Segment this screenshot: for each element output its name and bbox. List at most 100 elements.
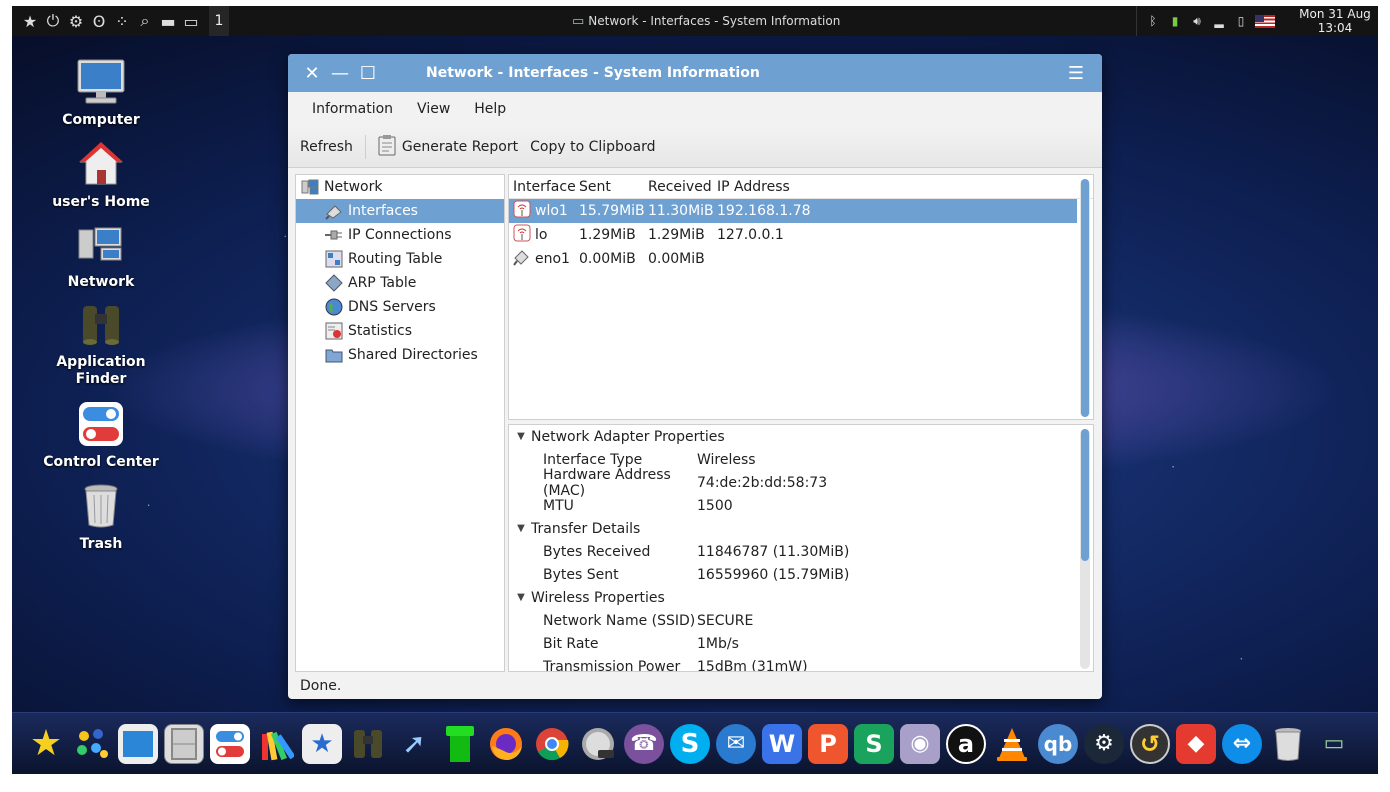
- bluetooth-icon[interactable]: ᛒ: [1145, 13, 1161, 29]
- firefox-icon[interactable]: [486, 724, 526, 764]
- file-cabinet-icon[interactable]: [164, 723, 204, 764]
- detail-row: Bytes Sent 16559960 (15.79MiB): [509, 563, 1093, 586]
- mail-icon[interactable]: ✉: [716, 723, 756, 764]
- green-pipe-icon[interactable]: [440, 724, 480, 764]
- section-transfer-details[interactable]: ▼ Transfer Details: [509, 517, 1093, 540]
- expand-arrow-icon[interactable]: ▼: [513, 592, 529, 603]
- search-icon[interactable]: ⌕: [135, 11, 155, 31]
- table-row[interactable]: wlo1 15.79MiB 11.30MiB 192.168.1.78: [509, 199, 1077, 223]
- detail-value: Wireless: [697, 451, 756, 468]
- tree-item-dns-servers[interactable]: DNS Servers: [296, 295, 504, 319]
- us-flag-icon[interactable]: [1255, 14, 1275, 28]
- apps-grid-icon[interactable]: [72, 724, 112, 764]
- taskbar-active-window[interactable]: ▭ Network - Interfaces - System Informat…: [572, 6, 840, 36]
- desktop-icon-computer[interactable]: Computer: [36, 56, 166, 128]
- detail-value: 15dBm (31mW): [697, 658, 808, 672]
- expand-arrow-icon[interactable]: ▼: [513, 431, 529, 442]
- google-earth-icon[interactable]: [578, 724, 618, 764]
- refresh-button[interactable]: Refresh: [294, 126, 359, 167]
- clipboard-icon[interactable]: ▯: [1233, 13, 1249, 29]
- workspace-switcher[interactable]: 1: [209, 6, 229, 36]
- power-icon[interactable]: ⏻: [43, 11, 63, 31]
- tree-item-arp-table[interactable]: ARP Table: [296, 271, 504, 295]
- desktop-icon-label: Network: [67, 274, 135, 290]
- menu-help[interactable]: Help: [462, 101, 518, 117]
- tree-item-routing-table[interactable]: Routing Table: [296, 247, 504, 271]
- section-wireless-properties[interactable]: ▼ Wireless Properties: [509, 586, 1093, 609]
- close-icon[interactable]: ✕: [298, 59, 326, 87]
- panel-launchers: ★ ⏻ ⚙ ʘ ⁘ ⌕ ▬ ▭: [12, 6, 201, 36]
- section-network-adapter[interactable]: ▼ Network Adapter Properties: [509, 425, 1093, 448]
- copy-clipboard-button[interactable]: Copy to Clipboard: [524, 126, 661, 167]
- wps-presentation-icon[interactable]: P: [808, 723, 848, 764]
- scrollbar-thumb[interactable]: [1081, 429, 1089, 561]
- favorites-star-icon[interactable]: ★: [20, 11, 40, 31]
- menu-view[interactable]: View: [405, 101, 462, 117]
- desktop-icon-control-center[interactable]: Control Center: [36, 398, 166, 470]
- folder-icon[interactable]: ▬: [158, 11, 178, 31]
- interface-name: lo: [535, 227, 548, 243]
- desktop-icon-label: user's Home: [52, 194, 150, 210]
- skype-icon[interactable]: S: [670, 723, 710, 764]
- column-received[interactable]: Received: [644, 179, 713, 195]
- generate-report-button[interactable]: Generate Report: [372, 126, 524, 167]
- column-sent[interactable]: Sent: [575, 179, 644, 195]
- clock[interactable]: Mon 31 Aug 13:04: [1292, 6, 1378, 36]
- window-titlebar[interactable]: ✕ — ☐ Network - Interfaces - System Info…: [288, 54, 1102, 92]
- desktop-icon-trash[interactable]: Trash: [36, 480, 166, 552]
- chrome-icon[interactable]: [532, 724, 572, 764]
- wps-writer-icon[interactable]: W: [762, 723, 802, 764]
- expand-arrow-icon[interactable]: ▼: [513, 523, 529, 534]
- column-interface[interactable]: Interface: [509, 179, 576, 195]
- details-scrollbar[interactable]: [1080, 429, 1090, 669]
- column-ip-address[interactable]: IP Address: [713, 179, 863, 195]
- webcam-icon[interactable]: ◉: [900, 723, 940, 764]
- tree-item-network[interactable]: Network: [296, 175, 504, 199]
- network-manager-icon[interactable]: ▭: [1314, 724, 1354, 764]
- apps-grid-icon[interactable]: ⁘: [112, 11, 132, 31]
- tree-item-statistics[interactable]: Statistics: [296, 319, 504, 343]
- viber-icon[interactable]: ☎: [624, 723, 664, 764]
- control-center-icon[interactable]: [210, 723, 250, 764]
- appearance-icon[interactable]: [256, 724, 296, 764]
- menu-information[interactable]: Information: [300, 101, 405, 117]
- detail-key: Bytes Received: [543, 543, 651, 560]
- dock-trash-icon[interactable]: [1268, 724, 1308, 764]
- vlc-icon[interactable]: [992, 724, 1032, 764]
- computer-icon: [75, 56, 127, 108]
- tree-item-ip-connections[interactable]: IP Connections: [296, 223, 504, 247]
- wps-spreadsheet-icon[interactable]: S: [854, 723, 894, 764]
- rocket-icon[interactable]: ➚: [394, 724, 434, 764]
- desktop-icon-network[interactable]: Network: [36, 218, 166, 290]
- desktop-icon-home[interactable]: user's Home: [36, 138, 166, 210]
- software-center-icon[interactable]: ★: [302, 723, 342, 764]
- app-finder-icon[interactable]: [348, 724, 388, 764]
- desktop-icon[interactable]: [118, 723, 158, 764]
- tree-item-shared-directories[interactable]: Shared Directories: [296, 343, 504, 367]
- interfaces-scrollbar[interactable]: [1080, 179, 1090, 417]
- volume-icon[interactable]: 🔊︎: [1189, 13, 1205, 29]
- steam-icon[interactable]: ⚙: [1084, 723, 1124, 764]
- hamburger-menu-icon[interactable]: ☰: [1062, 59, 1090, 87]
- detail-row: Bytes Received 11846787 (11.30MiB): [509, 540, 1093, 563]
- amazon-icon[interactable]: a: [946, 723, 986, 764]
- minimize-icon[interactable]: —: [326, 59, 354, 87]
- anydesk-icon[interactable]: ◆: [1176, 723, 1216, 764]
- favorites-star-icon[interactable]: ★: [26, 723, 66, 764]
- qbittorrent-icon[interactable]: qb: [1038, 723, 1078, 764]
- settings-icon[interactable]: ⚙: [66, 11, 86, 31]
- show-desktop-icon[interactable]: ▭: [181, 11, 201, 31]
- wifi-signal-icon[interactable]: ▂: [1211, 13, 1227, 29]
- scrollbar-thumb[interactable]: [1081, 179, 1089, 417]
- battery-charge-icon[interactable]: ▮: [1167, 13, 1183, 29]
- desktop-icon-application-finder[interactable]: Application Finder: [36, 298, 166, 388]
- interface-cell: eno1: [509, 248, 575, 270]
- table-row[interactable]: eno1 0.00MiB 0.00MiB: [509, 247, 1093, 271]
- table-row[interactable]: lo 1.29MiB 1.29MiB 127.0.0.1: [509, 223, 1093, 247]
- timeshift-icon[interactable]: ↺: [1130, 723, 1170, 764]
- tree-item-interfaces[interactable]: Interfaces: [296, 199, 504, 223]
- teamviewer-icon[interactable]: ⇔: [1222, 723, 1262, 764]
- binoculars-icon[interactable]: ʘ: [89, 11, 109, 31]
- detail-key: Bytes Sent: [543, 566, 619, 583]
- maximize-icon[interactable]: ☐: [354, 59, 382, 87]
